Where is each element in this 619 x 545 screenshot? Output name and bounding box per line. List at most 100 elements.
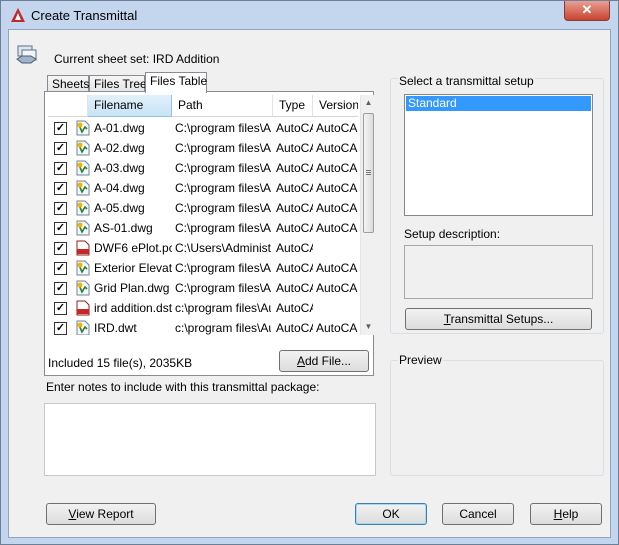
column-header-filename[interactable]: Filename [88,95,172,117]
version-cell: AutoCAD [316,161,358,175]
filename-cell: A-05.dwg [94,201,145,215]
dwg-file-icon [75,200,91,216]
version-cell: AutoCAD [316,181,358,195]
table-vertical-scrollbar[interactable]: ▲ ▼ [360,95,375,335]
help-button[interactable]: Help [530,503,602,525]
include-checkbox[interactable]: ✓ [54,162,67,175]
include-checkbox[interactable]: ✓ [54,202,67,215]
table-row[interactable]: ✓ Grid Plan.dwg C:\program files\Aut AutoC A… [48,278,358,298]
dwg-file-icon [75,120,91,136]
table-row[interactable]: ✓ IRD.dwt c:\program files\Aut AutoCAAutoCA… [48,318,358,335]
dialog-client: Current sheet set: IRD Addition Sheets F… [8,29,611,538]
type-cell: AutoCA [276,241,313,255]
transmittal-setup-list[interactable]: Standard [404,94,593,216]
path-cell: C:\program files\Aut [175,141,271,155]
files-table-panel: Filename Path Type Version ✓ A-01.dwg C:\p… [44,91,375,376]
close-button[interactable]: ✕ [564,1,610,21]
table-row[interactable]: ✓ ird addition.dst c:\program files\Aut Aut… [48,298,358,318]
path-cell: C:\program files\Aut [175,181,271,195]
grip-icon [366,172,371,173]
ok-button[interactable]: OK [355,503,427,525]
table-row[interactable]: ✓ A-04.dwg C:\program files\Aut AutoCAAutoC… [48,178,358,198]
version-cell [316,238,358,258]
sheet-set-icon [16,45,37,64]
include-checkbox[interactable]: ✓ [54,142,67,155]
dwg-file-icon [75,280,91,296]
type-cell: AutoCA [276,301,313,315]
view-report-label: iew Report [76,507,134,521]
include-checkbox[interactable]: ✓ [54,322,67,335]
filename-cell: A-01.dwg [94,121,145,135]
type-cell: AutoCA [276,161,313,175]
scroll-down-arrow-icon[interactable]: ▼ [361,319,376,335]
include-checkbox[interactable]: ✓ [54,222,67,235]
cancel-button[interactable]: Cancel [442,503,514,525]
setup-description-box [404,245,593,299]
table-row[interactable]: ✓ Exterior ElevatioC:\program files\Aut Au… [48,258,358,278]
include-checkbox[interactable]: ✓ [54,122,67,135]
filename-cell: Grid Plan.dwg [94,281,170,295]
grip-icon [366,174,371,175]
title-bar[interactable]: Create Transmittal ✕ [1,1,618,29]
current-sheet-set-label: Current sheet set: IRD Addition [54,52,220,66]
type-cell: AutoCA [276,281,313,295]
column-header-check[interactable] [48,95,88,117]
notes-label: Enter notes to include with this transmi… [46,380,320,394]
table-row[interactable]: ✓ A-03.dwg C:\program files\Aut AutoCAAutoC… [48,158,358,178]
table-row[interactable]: ✓ AS-01.dwg C:\program files\Aut AutoCAAuto… [48,218,358,238]
table-row[interactable]: ✓ DWF6 ePlot.pc3C:\Users\Administra AutoCA [48,238,358,258]
path-cell: C:\Users\Administra [175,241,271,255]
path-cell: C:\program files\Aut [175,261,271,275]
include-checkbox[interactable]: ✓ [54,282,67,295]
filename-cell: DWF6 ePlot.pc3 [94,241,172,255]
filename-cell: AS-01.dwg [94,221,153,235]
grip-icon [366,170,371,171]
type-cell: AutoCA [276,321,313,335]
include-checkbox[interactable]: ✓ [54,182,67,195]
column-header-version[interactable]: Version [313,95,358,117]
scroll-up-arrow-icon[interactable]: ▲ [361,95,376,111]
type-cell: AutoCA [276,221,313,235]
type-cell: AutoCA [276,261,313,275]
table-row[interactable]: ✓ A-05.dwg C:\program files\Aut AutoCAAutoC… [48,198,358,218]
filename-cell: Exterior Elevatio [94,261,172,275]
dwg-file-icon [75,160,91,176]
path-cell: C:\program files\Aut [175,281,271,295]
filename-cell: A-02.dwg [94,141,145,155]
transmittal-setups-label: ransmittal Setups... [450,312,554,326]
version-cell: AutoCAD [316,321,358,335]
table-row[interactable]: ✓ A-01.dwg C:\program files\Aut AutoCAAutoC… [48,118,358,138]
dwg-file-icon [75,320,91,335]
setup-item-standard[interactable]: Standard [406,96,591,111]
preview-group [390,360,604,476]
pc3-file-icon [75,240,91,256]
scroll-thumb[interactable] [363,113,374,233]
version-cell: AutoCAD [316,201,358,215]
dwg-file-icon [75,260,91,276]
path-cell: C:\program files\Aut [175,221,271,235]
dwg-file-icon [75,140,91,156]
path-cell: C:\program files\Aut [175,161,271,175]
version-cell: AutoCAD [316,141,358,155]
notes-textarea[interactable] [44,403,376,476]
filename-cell: A-04.dwg [94,181,145,195]
type-cell: AutoCA [276,201,313,215]
version-cell [316,298,358,318]
help-label: elp [562,507,579,521]
transmittal-setups-button[interactable]: Transmittal Setups... [405,308,592,330]
table-row[interactable]: ✓ A-02.dwg C:\program files\Aut AutoCAAutoC… [48,138,358,158]
path-cell: c:\program files\Aut [175,301,271,315]
include-checkbox[interactable]: ✓ [54,302,67,315]
type-cell: AutoCA [276,141,313,155]
tab-files-table[interactable]: Files Table [145,72,207,93]
include-checkbox[interactable]: ✓ [54,242,67,255]
version-cell: AutoCAD [316,281,358,295]
transmittal-setups-mnemonic: T [443,312,451,326]
view-report-button[interactable]: View Report [46,503,156,525]
include-checkbox[interactable]: ✓ [54,262,67,275]
add-file-button[interactable]: Add File... [279,350,369,372]
column-header-path[interactable]: Path [172,95,273,117]
column-header-type[interactable]: Type [273,95,313,117]
setup-description-label: Setup description: [404,227,501,241]
type-cell: AutoCA [276,181,313,195]
